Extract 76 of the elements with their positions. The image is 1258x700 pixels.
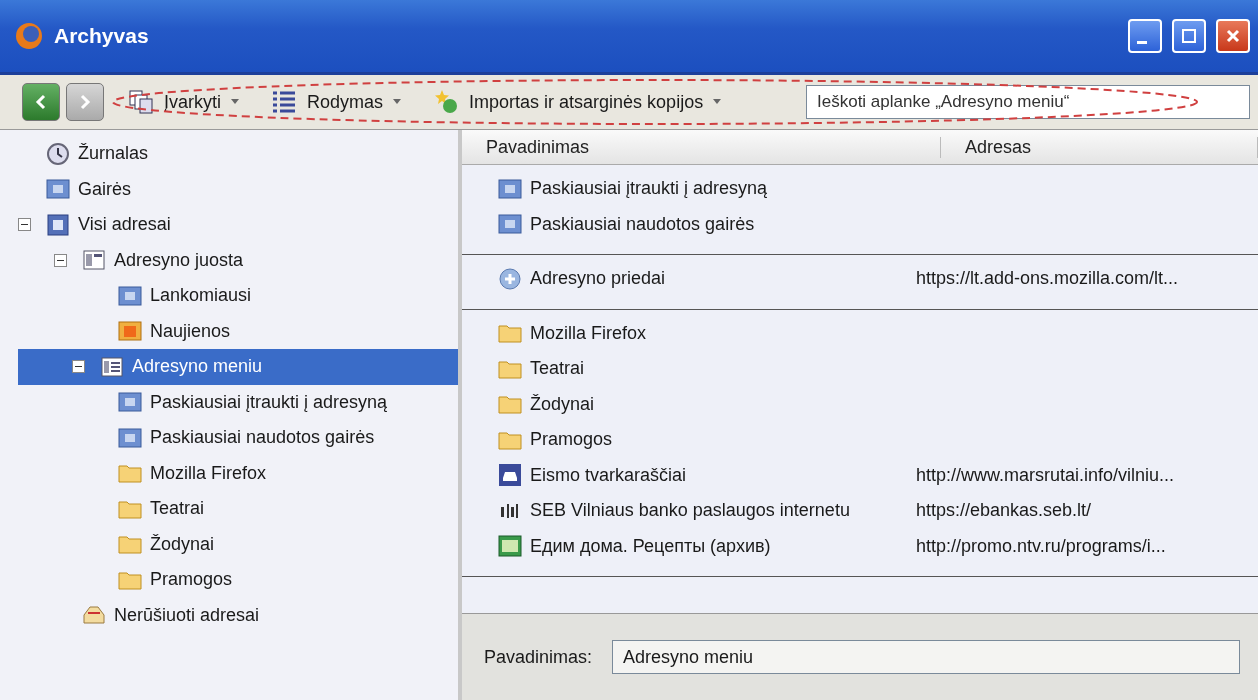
maximize-icon	[1181, 28, 1197, 44]
close-button[interactable]	[1216, 19, 1250, 53]
tree-item[interactable]: Naujienos	[0, 313, 458, 349]
collapse-icon[interactable]	[18, 218, 31, 232]
bookmark-row[interactable]: Adresyno priedai https://lt.add-ons.mozilla.com/lt...	[462, 261, 1258, 297]
tree-item[interactable]: Pramogos	[0, 562, 458, 598]
tree-item[interactable]: Lankomiausi	[0, 278, 458, 314]
bookmark-row[interactable]: Žodynai	[462, 386, 1258, 422]
bookmark-name: Eismo tvarkaraščiai	[530, 464, 687, 486]
collapse-icon[interactable]	[54, 253, 67, 267]
collapse-icon[interactable]	[72, 360, 85, 374]
maximize-button[interactable]	[1172, 19, 1206, 53]
feed-icon	[118, 319, 142, 344]
window-title: Archyvas	[54, 24, 150, 48]
bookmark-row[interactable]: Едим дома. Рецепты (архив) http://promo.ntv.ru/programs/i...	[462, 528, 1258, 564]
bookmark-row[interactable]: Paskiausiai naudotos gairės	[462, 206, 1258, 242]
tree-item[interactable]: Gairės	[0, 171, 458, 207]
field-label: Pavadinimas:	[484, 646, 593, 668]
toolbar-menu-button[interactable]: Įvarkyti	[120, 89, 247, 115]
bookmark-name: Teatrai	[530, 358, 585, 380]
folder-icon	[46, 177, 70, 202]
caret-icon	[231, 99, 239, 105]
tree-item[interactable]: Teatrai	[0, 491, 458, 527]
bookmark-address: https://ebankas.seb.lt/	[916, 500, 1092, 522]
bookmark-name: Mozilla Firefox	[530, 322, 647, 344]
column-heading[interactable]: Pavadinimas	[462, 136, 941, 158]
toolbar-menu-button[interactable]: Rodymas	[263, 89, 410, 115]
bookmark-row[interactable]: Mozilla Firefox	[462, 315, 1258, 351]
tree-item[interactable]: Žodynai	[0, 526, 458, 562]
toolbar-menu-button[interactable]: Importas ir atsarginės kopijos	[425, 89, 730, 115]
bookmark-address: https://lt.add-ons.mozilla.com/lt...	[916, 268, 1179, 290]
caret-icon	[393, 99, 402, 105]
bookmark-address: http://www.marsrutai.info/vilniu...	[916, 464, 1175, 486]
clock-icon	[46, 141, 70, 166]
tree-item[interactable]: Adresyno meniu	[18, 349, 458, 385]
folder-icon	[118, 390, 142, 415]
pages-icon	[128, 89, 154, 115]
tree-item[interactable]: Paskiausiai naudotos gairės	[0, 420, 458, 456]
tree-item[interactable]: Mozilla Firefox	[0, 455, 458, 491]
bookmark-name: Žodynai	[530, 393, 595, 415]
tree-item[interactable]: Visi adresai	[0, 207, 458, 243]
folder-icon	[118, 425, 142, 450]
search-field[interactable]: Ieškoti aplanke „Adresyno meniu“	[806, 85, 1250, 119]
app-icon	[14, 21, 44, 51]
name-field[interactable]: Adresyno meniu	[612, 640, 1240, 674]
bookmark-address: http://promo.ntv.ru/programs/i...	[916, 535, 1166, 557]
tree-item[interactable]: Paskiausiai įtraukti į adresyną	[0, 384, 458, 420]
bookmark-row[interactable]: SEB Vilniaus banko paslaugos internetu https://ebankas.seb.lt/	[462, 493, 1258, 529]
bookmark-name: Едим дома. Рецепты (архив)	[530, 535, 771, 557]
tree-item[interactable]: Nerūšiuoti adresai	[0, 597, 458, 633]
minimize-button[interactable]	[1128, 19, 1162, 53]
folder-icon	[498, 176, 522, 201]
close-icon	[1225, 28, 1241, 44]
folder-icon	[118, 283, 142, 308]
bookmark-name: Pramogos	[530, 429, 613, 451]
bookmark-name: Paskiausiai naudotos gairės	[530, 213, 755, 235]
tree-item[interactable]: Žurnalas	[0, 136, 458, 172]
minimize-icon	[1137, 40, 1147, 44]
bookmark-name: Adresyno priedai	[530, 268, 666, 290]
bookmarks-icon	[46, 212, 70, 237]
tree-item[interactable]: Adresyno juosta	[0, 242, 458, 278]
bookmark-name: Paskiausiai įtraukti į adresyną	[530, 178, 768, 200]
addon-icon	[498, 266, 522, 291]
bookmark-row[interactable]: Paskiausiai įtraukti į adresyną	[462, 171, 1258, 207]
bookmark-row[interactable]: Pramogos	[462, 422, 1258, 458]
bookmark-row[interactable]: Teatrai	[462, 351, 1258, 387]
back-button[interactable]	[22, 83, 60, 121]
recipe-icon	[498, 534, 522, 559]
caret-icon	[713, 99, 722, 105]
bookmark-row[interactable]: Eismo tvarkaraščiai http://www.marsrutai.info/vilniu...	[462, 457, 1258, 493]
toolbar-icon	[82, 248, 106, 273]
folder-icon	[498, 212, 522, 237]
bookmark-name: SEB Vilniaus banko paslaugos internetu	[530, 500, 850, 522]
menu-icon	[100, 354, 124, 379]
column-heading[interactable]: Adresas	[941, 136, 1258, 158]
list-view-icon	[271, 89, 297, 115]
